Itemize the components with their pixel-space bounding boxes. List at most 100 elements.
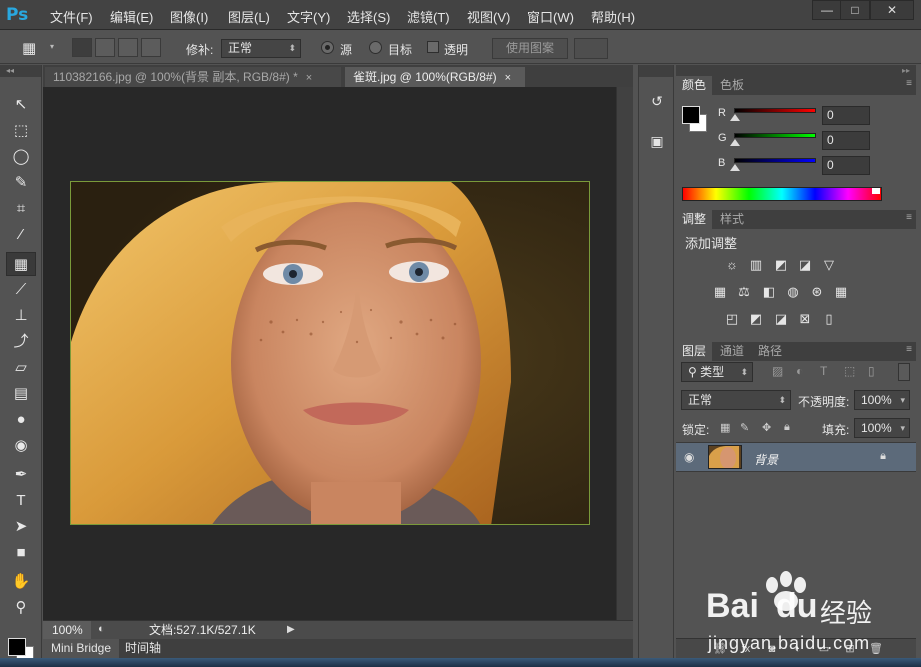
patch-tool-icon[interactable]: ▦ [22, 39, 36, 57]
add-to-selection-button[interactable] [95, 38, 115, 57]
levels-icon[interactable]: ▥ [747, 257, 765, 273]
menu-help[interactable]: 帮助(H) [591, 7, 635, 26]
path-selection-tool-icon[interactable]: ➤ [6, 515, 36, 539]
exposure-icon[interactable]: ◪ [796, 257, 814, 273]
vertical-scrollbar[interactable] [616, 87, 633, 620]
tool-preset-dropdown-icon[interactable]: ▾ [50, 42, 54, 51]
black-white-icon[interactable]: ◧ [760, 284, 778, 300]
type-tool-icon[interactable]: T [6, 489, 36, 513]
freckled-portrait-image[interactable] [70, 181, 590, 525]
lock-position-icon[interactable]: ✥ [762, 421, 771, 434]
tab-mini-bridge[interactable]: Mini Bridge [43, 639, 120, 658]
lock-all-icon[interactable]: 🔒︎ [784, 421, 790, 434]
dodge-tool-icon[interactable]: ◉ [6, 434, 36, 458]
red-slider-thumb[interactable] [730, 114, 740, 121]
blur-tool-icon[interactable]: ● [6, 408, 36, 432]
history-brush-tool-icon[interactable]: ⤴ [6, 330, 36, 354]
channel-mixer-icon[interactable]: ⊛ [808, 284, 826, 300]
new-adjustment-layer-icon[interactable]: ◐ [790, 641, 806, 657]
status-info-icon[interactable]: ◐ [98, 623, 105, 635]
pixel-filter-icon[interactable]: ▨ [772, 364, 783, 378]
zoom-tool-icon[interactable]: ⚲ [6, 596, 36, 620]
gradient-tool-icon[interactable]: ▤ [6, 382, 36, 406]
layer-name[interactable]: 背景 [754, 451, 778, 468]
opacity-field[interactable]: 100% ▾ [854, 390, 910, 410]
link-layers-icon[interactable]: ⛓ [712, 641, 728, 657]
close-window-button[interactable]: ✕ [870, 0, 914, 20]
panel-menu-icon[interactable]: ≡ [906, 344, 912, 355]
color-foreground-swatch[interactable] [682, 106, 700, 124]
zoom-level[interactable]: 100% [43, 621, 91, 640]
menu-select[interactable]: 选择(S) [347, 7, 390, 26]
smart-object-filter-icon[interactable]: ▯ [868, 364, 875, 378]
panel-menu-icon[interactable]: ≡ [906, 78, 912, 89]
menu-edit[interactable]: 编辑(E) [110, 7, 153, 26]
tab-layers[interactable]: 图层 [676, 342, 713, 361]
status-menu-arrow-icon[interactable]: ▶ [287, 624, 295, 635]
patch-mode-select[interactable]: 正常 ⬍ [221, 39, 301, 58]
menu-view[interactable]: 视图(V) [467, 7, 510, 26]
brush-tool-icon[interactable]: ⟋ [6, 278, 36, 302]
hue-saturation-icon[interactable]: ▦ [711, 284, 729, 300]
intersect-selection-button[interactable] [141, 38, 161, 57]
color-lookup-icon[interactable]: ▦ [832, 284, 850, 300]
layer-row-background[interactable]: ◉ 背景 🔒︎ [676, 442, 916, 472]
minimize-button[interactable]: — [812, 0, 842, 20]
clone-stamp-tool-icon[interactable]: ⊥ [6, 304, 36, 328]
red-slider[interactable] [734, 108, 816, 113]
eraser-tool-icon[interactable]: ▱ [6, 356, 36, 380]
lock-image-icon[interactable]: ✎ [740, 421, 749, 434]
dock-grip[interactable] [639, 65, 673, 77]
transparent-checkbox[interactable] [427, 41, 439, 53]
layer-thumbnail[interactable] [708, 445, 742, 469]
tab-adjustments[interactable]: 调整 [676, 210, 713, 229]
history-panel-icon[interactable]: ↺ [647, 91, 667, 111]
tab-timeline[interactable]: 时间轴 [117, 639, 169, 658]
spectrum-white-swatch[interactable] [872, 188, 880, 194]
quick-selection-tool-icon[interactable]: ✎ [6, 171, 36, 195]
subtract-selection-button[interactable] [118, 38, 138, 57]
pen-tool-icon[interactable]: ✒ [6, 463, 36, 487]
red-value-field[interactable]: 0 [822, 106, 870, 125]
toolbox-grip[interactable]: ◂◂ [0, 65, 41, 77]
foreground-color-swatch[interactable] [8, 638, 26, 656]
vibrance-icon[interactable]: ▽ [820, 257, 838, 273]
gradient-map-icon[interactable]: ▯ [820, 311, 838, 327]
layer-filter-select[interactable]: ⚲ 类型 ⬍ [681, 362, 753, 382]
shape-tool-icon[interactable]: ■ [6, 541, 36, 565]
adjustment-filter-icon[interactable]: ◐ [796, 364, 803, 378]
curves-icon[interactable]: ◩ [772, 257, 790, 273]
tab-paths[interactable]: 路径 [752, 342, 788, 361]
lock-transparent-icon[interactable]: ▦ [720, 421, 730, 434]
new-group-icon[interactable]: ▭ [816, 641, 832, 657]
patch-tool-icon[interactable]: ▦ [6, 252, 36, 276]
lasso-tool-icon[interactable]: ◯ [6, 145, 36, 169]
use-pattern-button[interactable]: 使用图案 [492, 38, 568, 59]
green-value-field[interactable]: 0 [822, 131, 870, 150]
tab-styles[interactable]: 样式 [714, 210, 750, 229]
crop-tool-icon[interactable]: ⌗ [6, 197, 36, 221]
delete-layer-icon[interactable]: 🗑︎ [868, 641, 884, 657]
source-radio[interactable] [321, 41, 334, 54]
panel-top-grip[interactable]: ▸▸ [676, 65, 916, 76]
invert-icon[interactable]: ◰ [723, 311, 741, 327]
green-slider-thumb[interactable] [730, 139, 740, 146]
eye-icon[interactable]: ◉ [684, 450, 694, 464]
menu-filter[interactable]: 滤镜(T) [407, 7, 450, 26]
new-selection-button[interactable] [72, 38, 92, 57]
blue-slider[interactable] [734, 158, 816, 163]
brightness-icon[interactable]: ☼ [723, 257, 741, 273]
green-slider[interactable] [734, 133, 816, 138]
menu-image[interactable]: 图像(I) [170, 7, 208, 26]
hand-tool-icon[interactable]: ✋ [6, 570, 36, 594]
posterize-icon[interactable]: ◩ [747, 311, 765, 327]
pattern-picker[interactable] [574, 38, 608, 59]
marquee-tool-icon[interactable]: ⬚ [6, 119, 36, 143]
tab-channels[interactable]: 通道 [714, 342, 750, 361]
menu-layer[interactable]: 图层(L) [228, 7, 270, 26]
color-spectrum-bar[interactable] [682, 187, 882, 201]
menu-type[interactable]: 文字(Y) [287, 7, 330, 26]
target-radio[interactable] [369, 41, 382, 54]
blend-mode-select[interactable]: 正常 ⬍ [681, 390, 791, 410]
close-icon[interactable]: × [306, 72, 312, 84]
